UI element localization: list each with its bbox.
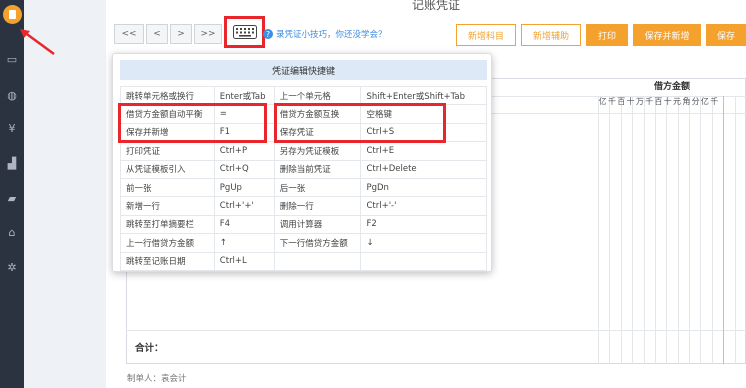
add-auxiliary-button[interactable]: 新增辅助 [521, 24, 581, 46]
settings-icon[interactable]: ✲ [0, 256, 24, 278]
debit-amount-header: 借方金额 [653, 82, 690, 92]
shortcut-row: 上一行借贷方金额 ↑ 下一行借贷方金额 ↓ [120, 233, 487, 253]
shortcut-row: 从凭证模板引入 Ctrl+Q 删除当前凭证 Ctrl+Delete [120, 159, 487, 179]
yen-icon[interactable]: ¥ [0, 117, 24, 139]
next-button[interactable]: > [170, 24, 192, 44]
voucher-icon[interactable] [3, 5, 22, 24]
shortcut-key: Ctrl+'+' [213, 196, 275, 216]
shortcut-row: 打印凭证 Ctrl+P 另存为凭证模板 Ctrl+E [120, 141, 487, 161]
digit-column-divider [666, 96, 668, 364]
shortcut-row: 跳转至记账日期 Ctrl+L [120, 251, 487, 271]
digit-label: 千 [645, 97, 654, 106]
shortcut-action: 下一行借贷方金额 [273, 233, 362, 253]
shortcut-action: 删除一行 [273, 196, 362, 216]
briefcase-icon[interactable]: ▰ [0, 187, 24, 209]
digit-column-divider [700, 96, 702, 364]
sidebar: ▭ ◍ ¥ ▟ ▰ ⌂ ✲ [0, 0, 24, 388]
prev-button[interactable]: < [146, 24, 168, 44]
highlight-box-right [274, 103, 446, 143]
add-subject-button[interactable]: 新增科目 [456, 24, 516, 46]
column-divider [598, 96, 599, 364]
digit-label: 分 [691, 97, 700, 106]
digit-column-divider [711, 96, 713, 364]
maker-label: 制单人：袁会计 [127, 374, 187, 384]
shortcut-action: 打印凭证 [120, 141, 215, 161]
digit-label: 角 [682, 97, 691, 106]
digit-column-divider [643, 96, 645, 364]
digit-label: 亿 [598, 97, 607, 106]
digit-column-divider [620, 96, 622, 364]
question-icon: ? [263, 29, 273, 39]
moneybag-icon[interactable]: ◍ [0, 84, 24, 106]
keyboard-icon [232, 25, 257, 39]
highlight-box-left [118, 103, 267, 143]
page-title: 记账凭证 [412, 0, 461, 12]
print-button[interactable]: 打印 [586, 24, 628, 46]
shortcut-action: 前一张 [120, 177, 215, 198]
save-button[interactable]: 保存 [706, 24, 746, 46]
shortcut-action: 新增一行 [120, 196, 215, 216]
shortcut-action [273, 251, 362, 271]
last-button[interactable]: >> [194, 24, 222, 44]
digit-label: 亿 [700, 97, 709, 106]
save-and-new-button[interactable]: 保存并新增 [633, 24, 701, 46]
digit-label: 十 [626, 97, 635, 106]
shortcut-key: Ctrl+Q [213, 159, 275, 179]
first-button[interactable]: << [114, 24, 144, 44]
home-icon[interactable]: ⌂ [0, 221, 24, 243]
digit-column-divider [654, 96, 656, 364]
shortcut-key: Ctrl+Delete [360, 159, 487, 179]
digit-column-divider [609, 96, 611, 364]
shortcut-action: 调用计算器 [273, 214, 362, 235]
shortcut-action: 上一行借贷方金额 [120, 233, 215, 253]
tips-text[interactable]: 录凭证小技巧，你还没学会？ [276, 28, 387, 40]
table-divider [126, 330, 746, 331]
shortcut-action: 从凭证模板引入 [120, 159, 215, 179]
digit-label: 千 [710, 97, 719, 106]
shortcut-key: ↓ [360, 233, 487, 253]
shortcut-key: F4 [213, 214, 275, 235]
total-label: 合计： [135, 343, 164, 354]
shortcut-key: ↑ [213, 233, 275, 253]
shortcut-key: Ctrl+L [213, 251, 275, 271]
shortcut-key: PgUp [213, 177, 275, 198]
shortcut-row: 前一张 PgUp 后一张 PgDn [120, 177, 487, 198]
shortcut-action: 跳转至记账日期 [120, 251, 215, 271]
red-arrow-annotation [20, 29, 55, 56]
digit-column-divider [632, 96, 634, 364]
shortcut-key: Ctrl+E [360, 141, 487, 161]
shortcut-row: 新增一行 Ctrl+'+' 删除一行 Ctrl+'-' [120, 196, 487, 216]
shortcut-key: F2 [360, 214, 487, 235]
shortcut-panel: 凭证编辑快捷键 跳转单元格或换行 Enter或Tab 上一个单元格 Shift+Ent… [112, 53, 492, 272]
shortcut-action: 删除当前凭证 [273, 159, 362, 179]
shortcut-action: 另存为凭证模板 [273, 141, 362, 161]
keyboard-shortcuts-button[interactable] [224, 16, 265, 48]
shortcut-key: PgDn [360, 177, 487, 198]
shortcut-key: Ctrl+P [213, 141, 275, 161]
digit-label: 十 [663, 97, 672, 106]
shortcut-action: 跳转至打单摘要栏 [120, 214, 215, 235]
shortcut-key [360, 251, 487, 271]
digit-column-divider [677, 96, 679, 364]
shortcut-panel-title: 凭证编辑快捷键 [120, 60, 487, 80]
digit-label: 万 [635, 97, 644, 106]
digit-column-divider [734, 96, 736, 364]
digit-label: 元 [673, 97, 682, 106]
shortcut-key: Ctrl+'-' [360, 196, 487, 216]
digit-label: 百 [654, 97, 663, 106]
report-icon[interactable]: ▟ [0, 152, 24, 174]
digit-column-divider [723, 96, 725, 364]
shortcut-row: 跳转至打单摘要栏 F4 调用计算器 F2 [120, 214, 487, 235]
digit-header-row: 亿 千 百 十 万 千 百 十 元 角 分 亿 千 [598, 96, 746, 107]
digit-column-divider [689, 96, 691, 364]
shortcut-action: 后一张 [273, 177, 362, 198]
digit-label: 千 [607, 97, 616, 106]
digit-label: 百 [617, 97, 626, 106]
tips-link[interactable]: ? 录凭证小技巧，你还没学会？ [263, 28, 387, 40]
